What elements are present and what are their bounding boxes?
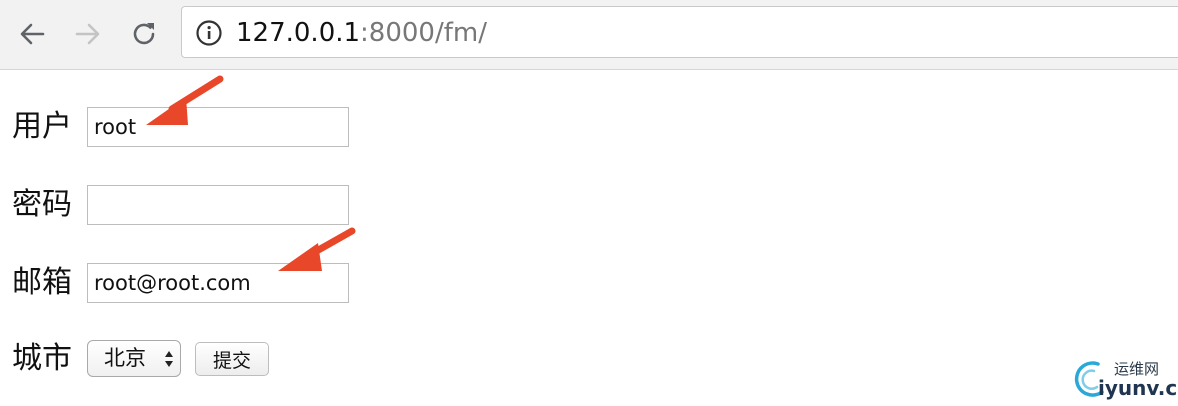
reload-button[interactable] bbox=[124, 14, 164, 54]
url-host: 127.0.0.1 bbox=[236, 18, 361, 48]
reload-icon bbox=[133, 23, 155, 45]
user-label: 用户 bbox=[12, 109, 72, 144]
city-label: 城市 bbox=[12, 341, 72, 376]
forward-button[interactable] bbox=[68, 14, 108, 54]
url-text: 127.0.0.1:8000/fm/ bbox=[236, 17, 487, 49]
password-label: 密码 bbox=[12, 187, 72, 222]
info-icon[interactable] bbox=[195, 19, 223, 47]
watermark-domain: iyunv.com bbox=[1098, 376, 1178, 400]
back-arrow-icon bbox=[20, 23, 45, 45]
email-label: 邮箱 bbox=[12, 265, 72, 300]
user-input[interactable] bbox=[87, 107, 349, 147]
forward-arrow-icon bbox=[75, 23, 100, 45]
back-button[interactable] bbox=[12, 14, 52, 54]
city-select[interactable]: 北京 bbox=[87, 340, 181, 377]
select-arrows-icon bbox=[165, 351, 173, 367]
watermark: 运维网 iyunv.com bbox=[1072, 356, 1178, 402]
address-bar[interactable]: 127.0.0.1:8000/fm/ bbox=[181, 6, 1178, 58]
email-input[interactable] bbox=[87, 263, 349, 303]
password-input[interactable] bbox=[87, 185, 349, 225]
submit-button[interactable]: 提交 bbox=[195, 342, 269, 376]
city-selected-value: 北京 bbox=[104, 346, 146, 370]
url-path: :8000/fm/ bbox=[360, 18, 487, 48]
browser-toolbar: 127.0.0.1:8000/fm/ bbox=[0, 0, 1178, 70]
page-content: 用户 密码 邮箱 城市 北京 提交 bbox=[0, 70, 1178, 406]
